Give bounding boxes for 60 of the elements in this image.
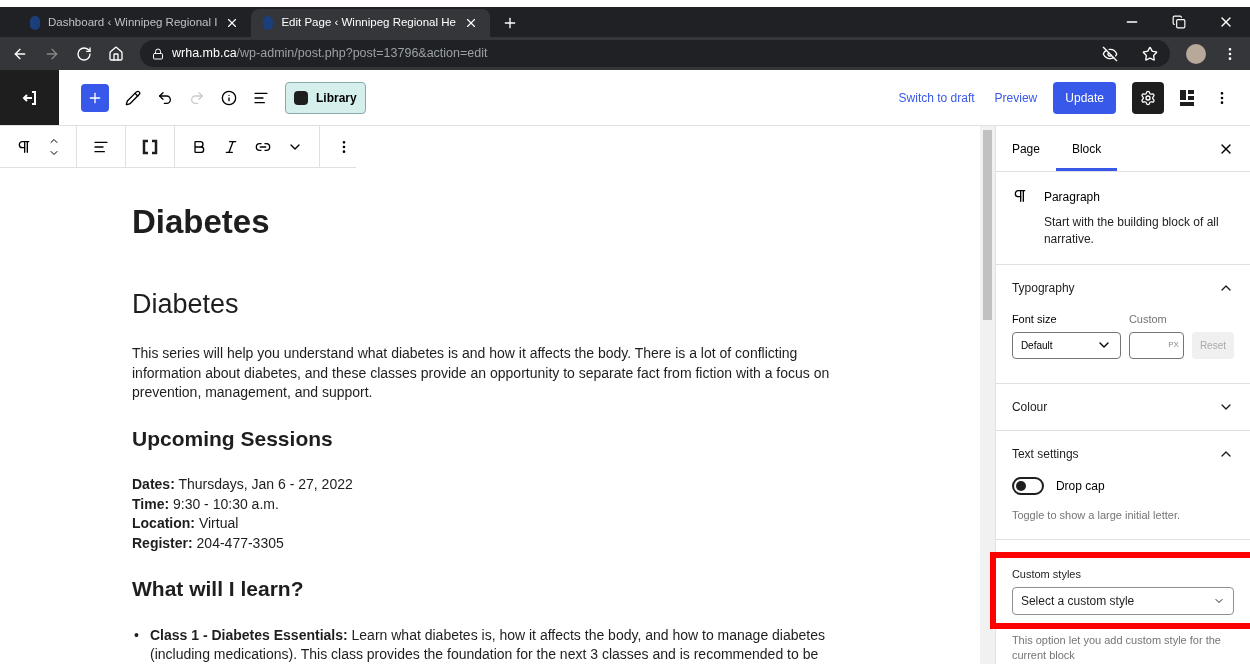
font-size-select[interactable]: Default [1011,331,1121,359]
settings-button[interactable] [1132,81,1164,114]
detail-line: Time: 9:30 - 10:30 a.m. [132,494,280,514]
browser-tab[interactable]: Edit Page ‹ Winnipeg Regional He [251,9,490,37]
page-title[interactable]: Diabetes [132,197,850,247]
url-text: wrha.mb.ca/wp-admin/post.php?post=13796&action=edit [172,45,489,63]
switch-to-draft-link[interactable]: Switch to draft [898,88,975,107]
panel-header[interactable]: Colour [995,383,1250,430]
paragraph: This series will help you understand what diabetes is and how it affects the body. There is a lot of conflicting information about diabetes, and these classes provide an opportunity to separate fact from fiction with a focus on prevention, management, and support. [132,344,831,402]
layout-icon[interactable] [1180,89,1194,106]
preview-link[interactable]: Preview [994,88,1038,107]
brackets-icon[interactable] [142,138,158,155]
pencil-icon[interactable] [125,89,141,106]
detail-line: Location: Virtual [132,514,240,533]
add-block-button[interactable] [81,83,109,112]
panel-header[interactable]: Text settings [995,430,1250,477]
address-bar[interactable]: wrha.mb.ca/wp-admin/post.php?post=13796&action=edit [140,40,1170,67]
bold-icon[interactable] [191,138,207,155]
settings-icon [1140,89,1156,106]
site-favicon [30,16,40,30]
detail-line: Register: 204-477-3305 [132,533,285,553]
panel-header[interactable]: Typography [995,265,1250,311]
help-text: This option let you add custom style for the current block [1011,632,1222,663]
detail-line: Dates: Thursdays, Jan 6 - 27, 2022 [132,475,354,494]
heading: Diabetes [132,287,240,321]
reload-icon[interactable] [76,45,92,62]
list-item: Class 1 - Diabetes Essentials: Learn what diabetes is, how it affects the body, and how to manage diabetes (including medications). This class provides the foundation for the next 3 classes and is recommended to be [150,625,826,664]
library-button[interactable]: Library [285,81,366,114]
scrollbar-thumb[interactable] [982,130,992,320]
custom-size-field[interactable]: PX [1128,331,1184,359]
paragraph-icon[interactable] [16,138,32,155]
update-button[interactable]: Update [1053,81,1116,114]
help-text: Toggle to show a large initial letter. [1011,507,1182,523]
block-description: Start with the building block of all narrative. [1043,214,1220,248]
wordpress-back-button[interactable] [0,70,59,125]
bullet: • [133,625,140,645]
block-name: Paragraph [1043,189,1101,206]
lock-icon [152,47,164,60]
custom-style-select[interactable]: Select a custom style [1011,586,1234,615]
home-icon[interactable] [108,45,124,62]
star-icon[interactable] [1142,45,1158,62]
exit-icon [21,89,38,106]
heading: What will I learn? [132,576,305,602]
eye-off-icon[interactable] [1102,45,1118,62]
site-favicon [263,16,274,30]
italic-icon[interactable] [223,138,239,155]
sidebar-tab[interactable]: Block [1055,126,1118,171]
undo-icon[interactable] [157,89,173,106]
profile-avatar[interactable] [1186,43,1206,64]
info-icon[interactable] [221,89,237,106]
sidebar-tab[interactable]: Page [1003,126,1056,171]
heading: Upcoming Sessions [132,425,334,452]
field-label: Custom [1128,312,1168,327]
unit-label: PX [1168,339,1179,351]
browser-tab[interactable]: Dashboard ‹ Winnipeg Regional I [18,9,252,37]
toggle-label: Drop cap [1055,477,1105,495]
toggle-switch[interactable] [1011,476,1044,495]
field-label: Custom styles [1011,567,1082,582]
restore-icon[interactable] [1172,15,1186,29]
field-label: Font size [1011,312,1058,327]
